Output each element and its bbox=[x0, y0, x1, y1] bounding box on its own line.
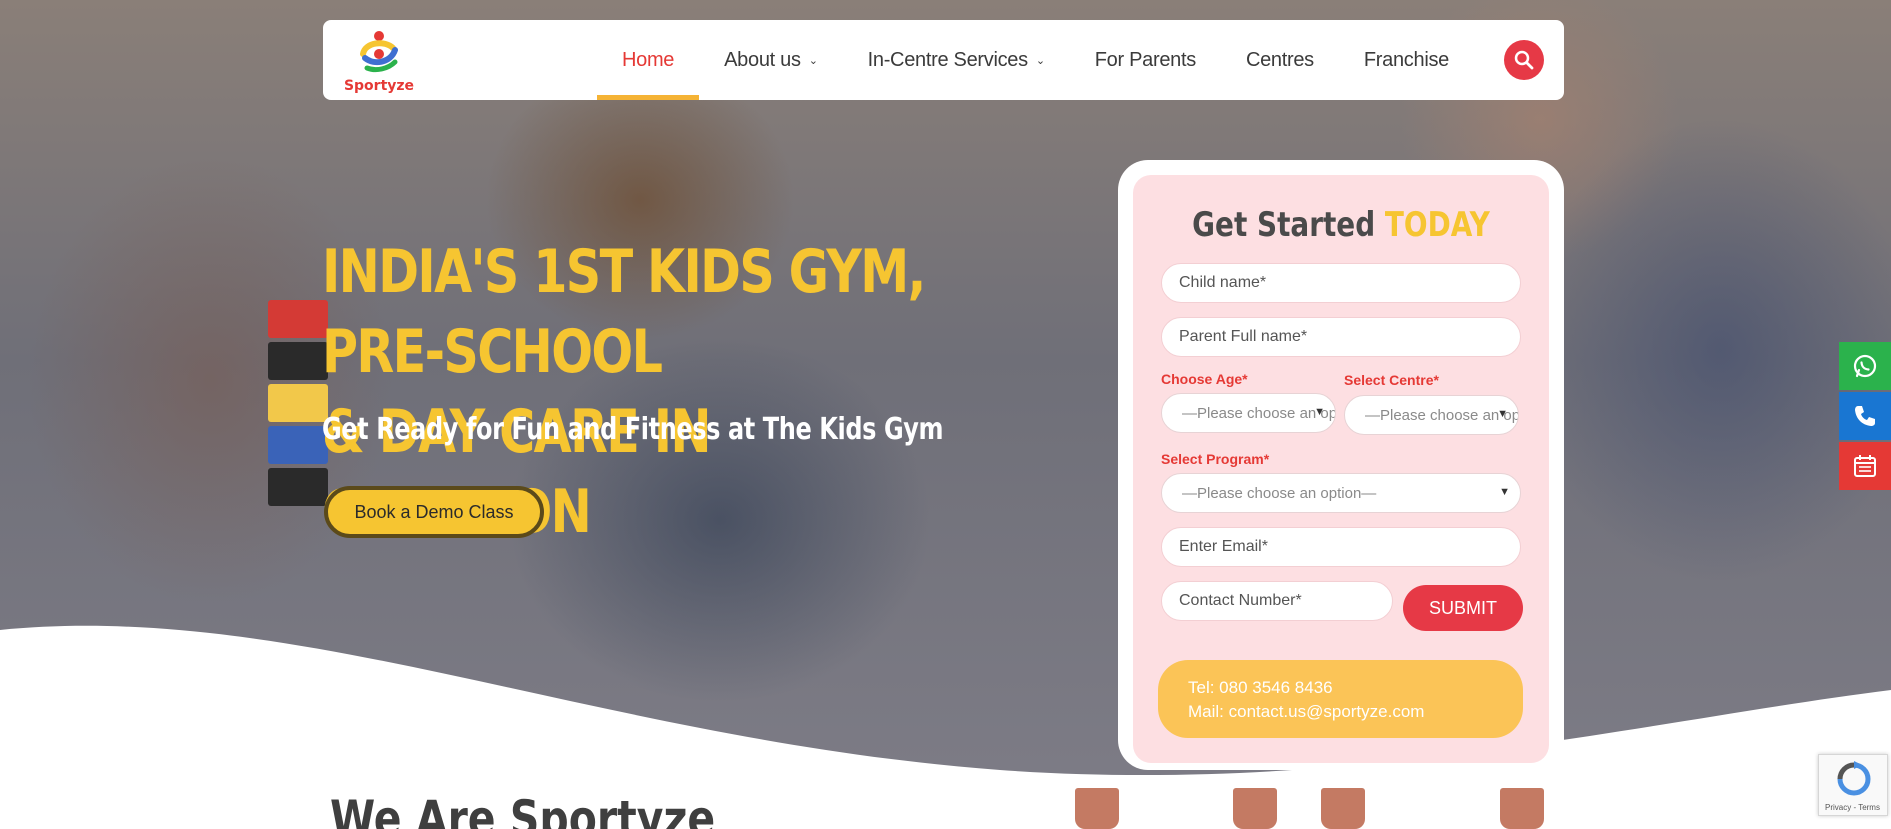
top-navigation: Sportyze Home About us ⌄ In-Centre Servi… bbox=[323, 20, 1564, 100]
nav-item-label: Centres bbox=[1245, 48, 1314, 71]
hero-wave-divider bbox=[0, 625, 1891, 800]
nav-item-about-us[interactable]: About us ⌄ bbox=[699, 20, 842, 100]
hero-subtitle: Get Ready for Fun and Fitness at The Kid… bbox=[322, 412, 944, 447]
chevron-down-icon: ▼ bbox=[1314, 406, 1325, 418]
email-placeholder: Enter Email* bbox=[1179, 538, 1268, 555]
recaptcha-badge[interactable]: Privacy - Terms bbox=[1818, 754, 1888, 816]
recaptcha-label[interactable]: Privacy - Terms bbox=[1825, 803, 1880, 812]
form-title: Get Started TODAY bbox=[1170, 205, 1511, 245]
chevron-down-icon: ⌄ bbox=[808, 54, 818, 67]
nav-item-home[interactable]: Home bbox=[596, 20, 700, 100]
child-name-placeholder: Child name* bbox=[1179, 274, 1267, 291]
calendar-icon bbox=[1854, 455, 1876, 477]
logo-mark-icon bbox=[360, 31, 398, 73]
contact-info-box: Tel: 080 3546 8436 Mail: contact.us@spor… bbox=[1158, 660, 1523, 738]
get-started-form: Get Started TODAY Child name* Parent Ful… bbox=[1133, 175, 1549, 763]
email-input[interactable]: Enter Email* bbox=[1161, 527, 1521, 567]
kids-legs-image bbox=[1075, 788, 1575, 829]
parent-name-placeholder: Parent Full name* bbox=[1179, 328, 1308, 345]
contact-phone[interactable]: Tel: 080 3546 8436 bbox=[1188, 676, 1493, 700]
get-started-form-card: Get Started TODAY Child name* Parent Ful… bbox=[1118, 160, 1564, 770]
child-name-input[interactable]: Child name* bbox=[1161, 263, 1521, 303]
nav-item-in-centre-services[interactable]: In-Centre Services ⌄ bbox=[843, 20, 1070, 100]
parent-name-input[interactable]: Parent Full name* bbox=[1161, 317, 1521, 357]
main-menu: Home About us ⌄ In-Centre Services ⌄ For… bbox=[596, 20, 1474, 100]
toy-blocks-image bbox=[268, 300, 328, 530]
submit-button[interactable]: SUBMIT bbox=[1403, 585, 1523, 631]
about-heading: We Are Sportyze bbox=[330, 790, 716, 829]
phone-icon bbox=[1855, 406, 1875, 426]
contact-number-input[interactable]: Contact Number* bbox=[1161, 581, 1393, 621]
nav-item-for-parents[interactable]: For Parents bbox=[1070, 20, 1221, 100]
contact-email[interactable]: Mail: contact.us@sportyze.com bbox=[1188, 700, 1493, 724]
program-select-value: —Please choose an option— bbox=[1182, 484, 1377, 502]
whatsapp-button[interactable] bbox=[1839, 342, 1891, 390]
recaptcha-icon bbox=[1837, 761, 1871, 796]
nav-item-franchise[interactable]: Franchise bbox=[1339, 20, 1474, 100]
centre-select-value: —Please choose an option— bbox=[1365, 406, 1518, 424]
form-title-prefix: Get Started bbox=[1192, 205, 1376, 245]
nav-item-label: Home bbox=[621, 48, 675, 71]
hero-title-line-1: INDIA'S 1ST KIDS GYM, PRE-SCHOOL bbox=[322, 237, 926, 387]
age-label: Choose Age* bbox=[1161, 371, 1248, 387]
search-icon bbox=[1514, 50, 1534, 70]
nav-item-centres[interactable]: Centres bbox=[1221, 20, 1339, 100]
chevron-down-icon: ⌄ bbox=[1035, 54, 1045, 67]
nav-item-label: In-Centre Services bbox=[867, 48, 1029, 71]
chevron-down-icon: ▼ bbox=[1497, 408, 1508, 420]
chevron-down-icon: ▼ bbox=[1499, 486, 1510, 498]
search-button[interactable] bbox=[1504, 40, 1544, 80]
calendar-button[interactable] bbox=[1839, 442, 1891, 490]
book-demo-button[interactable]: Book a Demo Class bbox=[324, 486, 544, 538]
contact-number-placeholder: Contact Number* bbox=[1179, 592, 1302, 609]
program-select[interactable]: —Please choose an option— ▼ bbox=[1161, 473, 1521, 513]
program-label: Select Program* bbox=[1161, 451, 1270, 467]
nav-item-label: For Parents bbox=[1094, 48, 1196, 71]
nav-item-label: Franchise bbox=[1363, 48, 1449, 71]
phone-button[interactable] bbox=[1839, 392, 1891, 440]
form-title-highlight: TODAY bbox=[1384, 205, 1490, 245]
age-select-value: —Please choose an option— bbox=[1182, 404, 1335, 422]
nav-item-label: About us bbox=[724, 48, 801, 71]
logo-text: Sportyze bbox=[343, 78, 415, 94]
age-select[interactable]: —Please choose an option— ▼ bbox=[1161, 393, 1336, 433]
centre-label: Select Centre* bbox=[1344, 372, 1439, 388]
centre-select[interactable]: —Please choose an option— ▼ bbox=[1344, 395, 1519, 435]
sportyze-logo[interactable]: Sportyze bbox=[341, 28, 417, 94]
whatsapp-icon bbox=[1853, 354, 1877, 378]
